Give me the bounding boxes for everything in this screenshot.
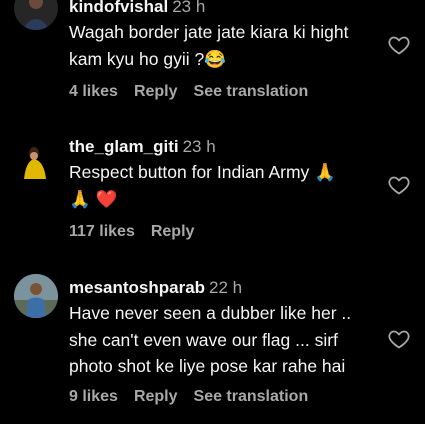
heart-icon[interactable] (387, 173, 411, 197)
heart-icon[interactable] (387, 33, 411, 57)
username[interactable]: the_glam_giti (69, 137, 179, 156)
reply-button[interactable]: Reply (151, 223, 195, 240)
likes-count[interactable]: 117 likes (69, 223, 135, 240)
timestamp: 23 h (172, 0, 206, 16)
likes-count[interactable]: 9 likes (69, 388, 118, 405)
reply-button[interactable]: Reply (134, 388, 178, 405)
see-translation-button[interactable]: See translation (194, 388, 309, 405)
avatar[interactable] (14, 274, 58, 318)
timestamp: 23 h (182, 137, 216, 156)
comment-text: Wagah border jate jate kiara ki hight ka… (69, 22, 349, 69)
comment-actions: 4 likes Reply See translation (69, 83, 324, 101)
reply-button[interactable]: Reply (134, 83, 178, 100)
comment-actions: 9 likes Reply See translation (69, 388, 324, 406)
comment-header: the_glam_giti 23 h (69, 137, 216, 157)
comment-text: Respect button for Indian Army 🙏 🙏 ❤️ (69, 162, 336, 209)
username[interactable]: mesantoshparab (69, 278, 205, 297)
comment-actions: 117 likes Reply (69, 223, 210, 241)
username[interactable]: kindofvishal (69, 0, 168, 16)
see-translation-button[interactable]: See translation (194, 83, 309, 100)
comment-header: kindofvishal 23 h (69, 0, 205, 17)
likes-count[interactable]: 4 likes (69, 83, 118, 100)
comment-header: mesantoshparab 22 h (69, 278, 242, 298)
timestamp: 22 h (209, 278, 243, 297)
heart-icon[interactable] (387, 327, 411, 351)
comment-text: Have never seen a dubber like her .. she… (69, 303, 352, 376)
avatar[interactable] (14, 139, 58, 183)
avatar[interactable] (14, 0, 58, 30)
